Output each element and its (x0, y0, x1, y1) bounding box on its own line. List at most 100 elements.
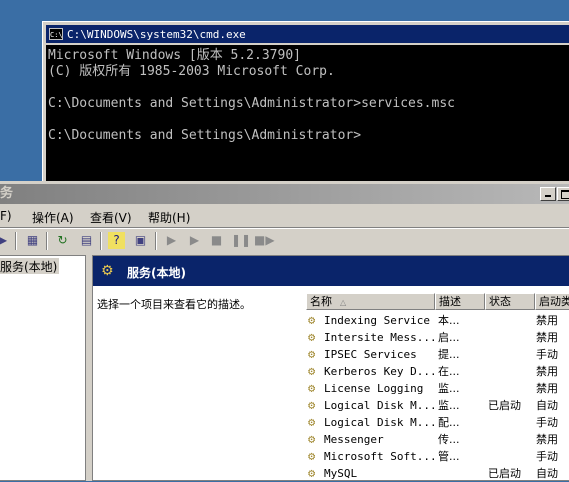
service-description: 启... (438, 331, 460, 344)
cmd-line (48, 112, 569, 128)
service-description: 监... (438, 382, 460, 395)
table-row[interactable]: ⚙ Messenger 传... 禁用 (306, 431, 569, 448)
table-row[interactable]: ⚙ Logical Disk M... 配... 手动 (306, 414, 569, 431)
service-gear-icon: ⚙ (308, 466, 316, 480)
service-startup-type: 自动 (536, 399, 558, 412)
service-description: 提... (438, 348, 460, 361)
service-name: Messenger (324, 433, 384, 446)
table-row[interactable]: ⚙ MySQL 已启动 自动 (306, 465, 569, 482)
toolbar-separator (155, 232, 157, 250)
service-gear-icon: ⚙ (308, 398, 316, 412)
column-header-startup-type[interactable]: 启动类 (535, 293, 569, 310)
service-startup-type: 禁用 (536, 382, 558, 395)
service-name: Intersite Mess... (324, 331, 434, 344)
menu-file[interactable]: F) (0, 209, 12, 223)
refresh-icon[interactable]: ↻ (54, 232, 71, 249)
service-name: Microsoft Soft... (324, 450, 434, 463)
table-row[interactable]: ⚙ License Logging 监... 禁用 (306, 380, 569, 397)
table-row[interactable]: ⚙ Microsoft Soft... 管... 手动 (306, 448, 569, 465)
cmd-line (48, 80, 569, 96)
services-window[interactable]: 务 F) 操作(A) 查看(V) 帮助(H) ▶ ▦ ↻ ▤ ? ▣ ▶ ▶ ■… (0, 181, 569, 481)
service-description: 管... (438, 450, 460, 463)
menu-action[interactable]: 操作(A) (32, 209, 74, 226)
service-startup-type: 手动 (536, 348, 558, 361)
cmd-prompt-line: C:\Documents and Settings\Administrator> (48, 128, 362, 143)
description-prompt: 选择一个项目来查看它的描述。 (97, 298, 251, 311)
service-name: MySQL (324, 467, 358, 480)
service-startup-type: 禁用 (536, 433, 558, 446)
maximize-button[interactable] (557, 187, 569, 201)
toolbar-separator (46, 232, 48, 250)
menu-help[interactable]: 帮助(H) (148, 209, 190, 226)
details-header-title: 服务(本地) (127, 266, 186, 280)
service-gear-icon: ⚙ (308, 432, 316, 446)
service-description: 传... (438, 433, 460, 446)
service-name: Kerberos Key D... (324, 365, 434, 378)
cmd-line: C:\Documents and Settings\Administrator>… (48, 96, 455, 111)
service-gear-icon: ⚙ (308, 330, 316, 344)
service-gear-icon: ⚙ (308, 381, 316, 395)
service-startup-type: 手动 (536, 450, 558, 463)
table-row[interactable]: ⚙ Intersite Mess... 启... 禁用 (306, 329, 569, 346)
service-description: 监... (438, 399, 460, 412)
stop-service-icon[interactable]: ■ (208, 232, 225, 249)
service-description: 配... (438, 416, 460, 429)
column-header-status[interactable]: 状态 (485, 293, 535, 310)
services-window-title: 务 (0, 186, 14, 201)
service-name: License Logging (324, 382, 424, 395)
service-gear-icon: ⚙ (308, 347, 316, 361)
back-icon[interactable]: ▶ (0, 232, 11, 249)
cmd-console[interactable]: Microsoft Windows [版本 5.2.3790] (C) 版权所有… (46, 45, 569, 189)
cmd-window[interactable]: C:\ C:\WINDOWS\system32\cmd.exe Microsof… (42, 21, 569, 189)
pause-service-icon[interactable]: ❚❚ (231, 232, 251, 249)
cmd-window-title: C:\WINDOWS\system32\cmd.exe (67, 27, 246, 41)
services-titlebar[interactable]: 务 (0, 184, 569, 204)
tree-pane[interactable]: 服务(本地) (0, 255, 86, 481)
restart-service-icon[interactable]: ■▶ (254, 232, 275, 249)
service-gear-icon: ⚙ (308, 449, 316, 463)
column-header-description[interactable]: 描述 (435, 293, 485, 310)
sort-ascending-icon: △ (340, 298, 347, 307)
service-status: 已启动 (488, 467, 521, 480)
service-description: 本... (438, 314, 460, 327)
details-pane: ⚙ 服务(本地) 选择一个项目来查看它的描述。 名称 △ 描述 状态 启动类 ⚙ … (92, 255, 569, 481)
toolbar: ▶ ▦ ↻ ▤ ? ▣ ▶ ▶ ■ ❚❚ ■▶ (0, 229, 569, 253)
table-row[interactable]: ⚙ Logical Disk M... 监... 已启动 自动 (306, 397, 569, 414)
service-status: 已启动 (488, 399, 521, 412)
action-pane-icon[interactable]: ▣ (132, 232, 149, 249)
service-name: IPSEC Services (324, 348, 417, 361)
service-startup-type: 自动 (536, 467, 558, 480)
service-name: Logical Disk M... (324, 416, 434, 429)
table-row[interactable]: ⚙ Indexing Service 本... 禁用 (306, 312, 569, 329)
cmd-line: Microsoft Windows [版本 5.2.3790] (48, 48, 301, 63)
menu-bar: F) 操作(A) 查看(V) 帮助(H) (0, 206, 569, 226)
menu-view[interactable]: 查看(V) (90, 209, 132, 226)
services-list[interactable]: 名称 △ 描述 状态 启动类 ⚙ Indexing Service 本... 禁用… (306, 293, 569, 482)
service-gear-icon: ⚙ (308, 415, 316, 429)
cmd-titlebar[interactable]: C:\ C:\WINDOWS\system32\cmd.exe (46, 25, 569, 43)
export-list-icon[interactable]: ▤ (78, 232, 95, 249)
minimize-button[interactable] (540, 187, 556, 201)
service-startup-type: 禁用 (536, 331, 558, 344)
show-tree-icon[interactable]: ▦ (24, 232, 41, 249)
console-panes: 服务(本地) ⚙ 服务(本地) 选择一个项目来查看它的描述。 名称 △ 描述 状态… (0, 255, 569, 481)
column-header-name[interactable]: 名称 △ (306, 293, 435, 310)
toolbar-separator (15, 232, 17, 250)
service-startup-type: 禁用 (536, 365, 558, 378)
service-description: 在... (438, 365, 460, 378)
table-row[interactable]: ⚙ Kerberos Key D... 在... 禁用 (306, 363, 569, 380)
help-icon[interactable]: ? (108, 232, 125, 249)
start-service-icon[interactable]: ▶ (163, 232, 180, 249)
service-name: Logical Disk M... (324, 399, 434, 412)
service-gear-icon: ⚙ (308, 313, 316, 327)
cmd-line: (C) 版权所有 1985-2003 Microsoft Corp. (48, 64, 335, 79)
table-row[interactable]: ⚙ IPSEC Services 提... 手动 (306, 346, 569, 363)
service-gear-icon: ⚙ (308, 364, 316, 378)
toolbar-separator (100, 232, 102, 250)
service-name: Indexing Service (324, 314, 430, 327)
tree-item-services-local[interactable]: 服务(本地) (0, 258, 60, 274)
start-service-alt-icon[interactable]: ▶ (186, 232, 203, 249)
cmd-icon: C:\ (49, 28, 63, 40)
services-gear-icon: ⚙ (101, 263, 114, 279)
service-startup-type: 禁用 (536, 314, 558, 327)
